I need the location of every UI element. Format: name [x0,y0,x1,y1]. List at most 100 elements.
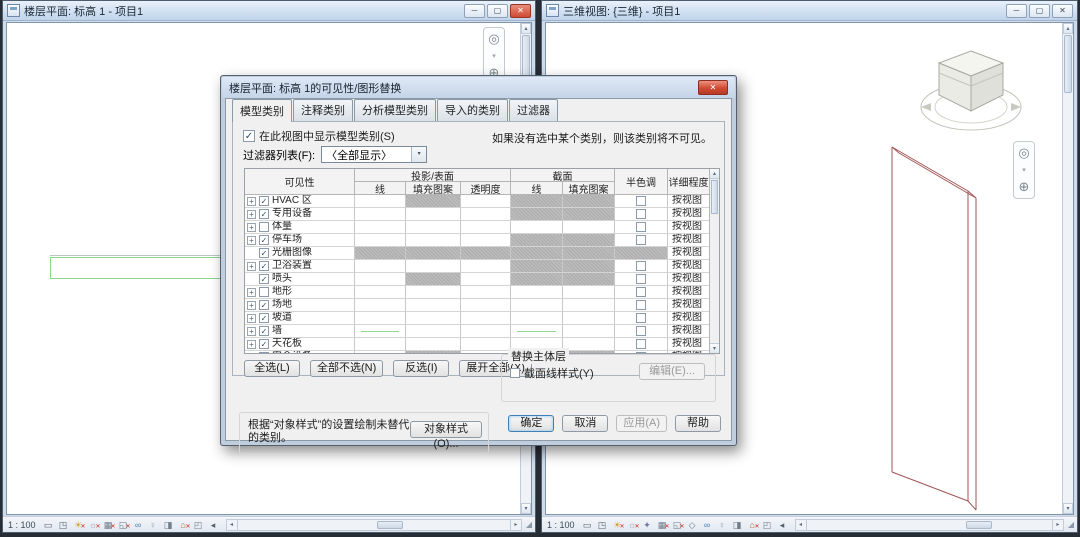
invert-selection-button[interactable]: 反选(I) [393,360,449,377]
horizontal-scrollbar[interactable]: ◂ ▸ [795,519,1064,531]
override-cell-pt[interactable] [461,208,511,221]
vertical-scrollbar[interactable]: ▴ ▾ [1062,23,1073,514]
category-checkbox[interactable]: ✓ [259,339,269,349]
halftone-cell[interactable] [615,312,668,325]
halftone-checkbox[interactable] [636,261,646,271]
override-cell-pp[interactable] [406,338,461,351]
dialog-close-button[interactable]: ✕ [698,80,728,95]
detail-level-cell[interactable]: 按视图 [668,325,710,338]
scroll-right-arrow[interactable]: ▸ [1052,520,1063,530]
crop-region-icon[interactable]: ◱ [671,519,684,531]
steering-wheel-icon[interactable]: ◎ [488,31,499,47]
override-cell-pp[interactable] [406,299,461,312]
resize-grip[interactable]: ◢ [526,520,532,529]
override-cell-cp[interactable] [563,221,615,234]
locked-3d-icon[interactable]: ◇ [686,519,699,531]
category-visibility-cell[interactable]: +✓HVAC 区 [245,195,355,208]
navigation-bar[interactable]: ◎ ▾ ⊕ [1013,141,1035,199]
category-checkbox[interactable]: ✓ [259,326,269,336]
override-cell-pt[interactable] [461,286,511,299]
expand-icon[interactable]: + [247,223,256,232]
floor-plan-titlebar[interactable]: 楼层平面: 标高 1 - 项目1 ─ ▢ ✕ [3,1,535,21]
override-cell-pp[interactable] [406,325,461,338]
category-visibility-cell[interactable]: +✓坡道 [245,312,355,325]
rendering-icon[interactable]: ✦ [641,519,654,531]
detail-level-icon[interactable]: ▭ [42,519,55,531]
expand-bar-icon[interactable]: ◂ [776,519,789,531]
halftone-cell[interactable] [615,273,668,286]
halftone-cell[interactable] [615,195,668,208]
dialog-titlebar[interactable]: 楼层平面: 标高 1的可见性/图形替换 ✕ [222,77,735,98]
show-model-categories-checkbox[interactable]: ✓ [243,130,255,142]
scroll-up-arrow[interactable]: ▴ [710,169,719,179]
help-button[interactable]: 帮助 [675,415,721,432]
override-cell-pt[interactable] [461,260,511,273]
detail-level-cell[interactable]: 按视图 [668,247,710,260]
override-cell-pl[interactable] [355,273,406,286]
override-cell-pt[interactable] [461,273,511,286]
expand-icon[interactable]: + [247,197,256,206]
apply-button[interactable]: 应用(A) [616,415,667,432]
analytical-model-icon[interactable]: ⌂ [177,519,190,531]
halftone-checkbox[interactable] [636,274,646,284]
detail-level-cell[interactable]: 按视图 [668,312,710,325]
halftone-cell[interactable] [615,286,668,299]
override-cell-pp[interactable] [406,351,461,353]
scroll-down-arrow[interactable]: ▾ [710,343,719,353]
detail-level-cell[interactable]: 按视图 [668,221,710,234]
override-cell-cl[interactable] [511,273,563,286]
override-cell-pp[interactable] [406,221,461,234]
select-all-button[interactable]: 全选(L) [244,360,300,377]
header-projection[interactable]: 投影/表面 [355,169,511,182]
maximize-button[interactable]: ▢ [487,4,508,18]
expand-icon[interactable]: + [247,314,256,323]
override-cell-pt[interactable] [461,312,511,325]
override-cell-cp[interactable] [563,247,615,260]
override-cell-cp[interactable] [563,351,615,353]
halftone-checkbox[interactable] [636,352,646,353]
override-cell-pt[interactable] [461,338,511,351]
override-cell-cp[interactable] [563,325,615,338]
override-cell-pp[interactable] [406,234,461,247]
header-cut-patterns[interactable]: 填充图案 [563,182,615,195]
halftone-checkbox[interactable] [636,326,646,336]
filter-list-dropdown[interactable]: 〈全部显示〉 ▾ [321,146,427,163]
halftone-cell[interactable] [615,247,668,260]
temp-hide-isolate-icon[interactable]: ∞ [132,519,145,531]
detail-level-icon[interactable]: ▭ [581,519,594,531]
override-cell-cp[interactable] [563,260,615,273]
halftone-checkbox[interactable] [636,235,646,245]
halftone-cell[interactable] [615,234,668,247]
shadows-icon[interactable]: ☼ [626,519,639,531]
category-checkbox[interactable]: ✓ [259,300,269,310]
override-cell-pp[interactable] [406,195,461,208]
override-cell-cl[interactable] [511,312,563,325]
minimize-button[interactable]: ─ [1006,4,1027,18]
displacement-icon[interactable]: ◰ [761,519,774,531]
scroll-thumb[interactable] [377,521,403,529]
tab-2[interactable]: 分析模型类别 [354,99,436,121]
cut-line-styles-checkbox[interactable] [510,368,520,378]
category-visibility-cell[interactable]: +✓专用设备 [245,208,355,221]
scroll-left-arrow[interactable]: ◂ [227,520,238,530]
halftone-cell[interactable] [615,221,668,234]
override-cell-cl[interactable] [511,247,563,260]
detail-level-cell[interactable]: 按视图 [668,195,710,208]
halftone-checkbox[interactable] [636,209,646,219]
override-cell-pl[interactable] [355,312,406,325]
override-cell-pl[interactable] [355,286,406,299]
override-cell-pt[interactable] [461,234,511,247]
maximize-button[interactable]: ▢ [1029,4,1050,18]
chevron-down-icon[interactable]: ▾ [1022,166,1026,174]
halftone-cell[interactable] [615,351,668,353]
override-cell-pl[interactable] [355,299,406,312]
header-cut[interactable]: 截面 [511,169,615,182]
plan-wall-outline[interactable] [50,257,226,279]
ok-button[interactable]: 确定 [508,415,554,432]
override-cell-pt[interactable] [461,351,511,353]
view-scale[interactable]: 1 : 100 [8,520,36,530]
detail-level-cell[interactable]: 按视图 [668,273,710,286]
expand-bar-icon[interactable]: ◂ [207,519,220,531]
category-visibility-cell[interactable]: +✓停车场 [245,234,355,247]
override-cell-pt[interactable] [461,195,511,208]
